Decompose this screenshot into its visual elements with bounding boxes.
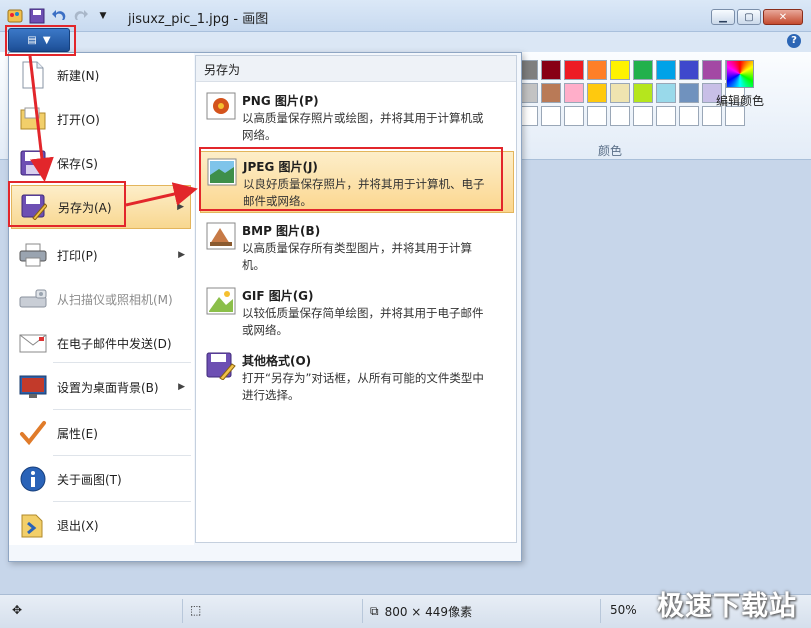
status-divider bbox=[362, 599, 363, 623]
submenu-arrow-icon: ▶ bbox=[177, 202, 184, 212]
submenu-item-gif[interactable]: GIF 图片(G) 以较低质量保存简单绘图，并将其用于电子邮件或网络。 bbox=[200, 281, 514, 343]
color-swatch[interactable] bbox=[656, 83, 676, 103]
edit-colors-label: 编辑颜色 bbox=[715, 94, 764, 108]
menu-item-open[interactable]: 打开(O) bbox=[11, 97, 191, 141]
color-swatch[interactable] bbox=[679, 106, 699, 126]
window-controls: ▁ ▢ ✕ bbox=[711, 9, 803, 25]
app-menu-commands: 新建(N) 打开(O) 保存(S) 另存为(A) ▶ 打印(P) ▶ 从扫描仪或… bbox=[9, 53, 194, 545]
menu-item-set-desktop-background[interactable]: 设置为桌面背景(B) ▶ bbox=[11, 365, 191, 409]
status-divider bbox=[182, 599, 183, 623]
color-swatch[interactable] bbox=[587, 83, 607, 103]
other-formats-icon bbox=[206, 352, 238, 382]
gif-image-icon bbox=[206, 287, 238, 317]
color-swatch[interactable] bbox=[725, 106, 745, 126]
redo-icon[interactable] bbox=[72, 7, 90, 25]
app-menu: 新建(N) 打开(O) 保存(S) 另存为(A) ▶ 打印(P) ▶ 从扫描仪或… bbox=[8, 52, 522, 562]
info-icon bbox=[17, 463, 49, 495]
window-title: jisuxz_pic_1.jpg - 画图 bbox=[128, 12, 269, 27]
title-bar: ▼ jisuxz_pic_1.jpg - 画图 ▁ ▢ ✕ bbox=[0, 0, 811, 32]
new-document-icon bbox=[17, 59, 49, 91]
quick-access-toolbar: ▼ bbox=[6, 7, 112, 25]
cursor-position-icon: ✥ bbox=[12, 603, 23, 617]
color-swatch[interactable] bbox=[610, 60, 630, 80]
submenu-item-bmp[interactable]: BMP 图片(B) 以高质量保存所有类型图片，并将其用于计算机。 bbox=[200, 216, 514, 278]
color-swatch[interactable] bbox=[587, 106, 607, 126]
submenu-item-png[interactable]: PNG 图片(P) 以高质量保存照片或绘图，并将其用于计算机或网络。 bbox=[200, 86, 514, 148]
printer-icon bbox=[17, 239, 49, 271]
close-button[interactable]: ✕ bbox=[763, 9, 803, 25]
help-icon[interactable]: ? bbox=[787, 34, 801, 48]
ribbon-tab-bar bbox=[0, 32, 811, 52]
menu-item-exit[interactable]: 退出(X) bbox=[11, 503, 191, 547]
colors-group-label: 颜色 bbox=[597, 144, 622, 158]
status-divider bbox=[600, 599, 601, 623]
submenu-item-other-formats[interactable]: 其他格式(O) 打开“另存为”对话框，从所有可能的文件类型中进行选择。 bbox=[200, 346, 514, 408]
menu-item-about[interactable]: 关于画图(T) bbox=[11, 457, 191, 501]
checkmark-icon bbox=[17, 417, 49, 449]
color-palette bbox=[518, 60, 745, 126]
customize-toolbar-chevron-icon[interactable]: ▼ bbox=[94, 7, 112, 25]
menu-item-from-scanner[interactable]: 从扫描仪或照相机(M) bbox=[11, 277, 191, 321]
color-swatch[interactable] bbox=[633, 106, 653, 126]
paint-app-icon bbox=[6, 7, 24, 25]
color-swatch[interactable] bbox=[656, 60, 676, 80]
desktop-background-icon bbox=[17, 371, 49, 403]
png-image-icon bbox=[206, 92, 238, 122]
color-swatch[interactable] bbox=[541, 60, 561, 80]
menu-separator bbox=[53, 455, 191, 456]
menu-separator bbox=[53, 409, 191, 410]
menu-item-new[interactable]: 新建(N) bbox=[11, 53, 191, 97]
exit-icon bbox=[17, 509, 49, 541]
color-swatch[interactable] bbox=[610, 106, 630, 126]
save-icon[interactable] bbox=[28, 7, 46, 25]
submenu-title: 另存为 bbox=[196, 56, 516, 82]
color-swatch[interactable] bbox=[564, 60, 584, 80]
minimize-button[interactable]: ▁ bbox=[711, 9, 735, 25]
bmp-image-icon bbox=[206, 222, 238, 252]
annotation-highlight-jpeg bbox=[199, 147, 503, 211]
color-swatch[interactable] bbox=[679, 83, 699, 103]
image-size: ⧉ 800 × 449像素 bbox=[370, 603, 472, 620]
color-swatch[interactable] bbox=[564, 83, 584, 103]
color-swatch[interactable] bbox=[564, 106, 584, 126]
annotation-highlight-save-as bbox=[8, 181, 126, 227]
undo-icon[interactable] bbox=[50, 7, 68, 25]
menu-item-save[interactable]: 保存(S) bbox=[11, 141, 191, 185]
color-swatch[interactable] bbox=[679, 60, 699, 80]
email-icon bbox=[17, 327, 49, 359]
rainbow-palette-icon bbox=[726, 60, 754, 88]
scanner-icon bbox=[17, 283, 49, 315]
color-swatch[interactable] bbox=[633, 60, 653, 80]
menu-item-print[interactable]: 打印(P) ▶ bbox=[11, 233, 191, 277]
maximize-button[interactable]: ▢ bbox=[737, 9, 761, 25]
image-dimensions: 800 × 449像素 bbox=[384, 605, 473, 619]
color-swatch[interactable] bbox=[702, 106, 722, 126]
color-swatch[interactable] bbox=[541, 83, 561, 103]
edit-colors-button[interactable]: 编辑颜色 bbox=[712, 60, 768, 109]
save-as-submenu: 另存为 PNG 图片(P) 以高质量保存照片或绘图，并将其用于计算机或网络。 J… bbox=[195, 55, 517, 543]
submenu-arrow-icon: ▶ bbox=[178, 250, 185, 260]
menu-separator bbox=[53, 501, 191, 502]
zoom-level[interactable]: 50% bbox=[610, 603, 637, 617]
floppy-disk-icon bbox=[17, 147, 49, 179]
color-swatch[interactable] bbox=[587, 60, 607, 80]
selection-size-icon: ⬚ bbox=[190, 603, 202, 617]
image-size-icon: ⧉ bbox=[370, 604, 379, 618]
watermark: 极速下载站 bbox=[657, 591, 797, 622]
submenu-arrow-icon: ▶ bbox=[178, 382, 185, 392]
menu-item-send-email[interactable]: 在电子邮件中发送(D) bbox=[11, 321, 191, 365]
color-swatch[interactable] bbox=[633, 83, 653, 103]
menu-separator bbox=[53, 362, 191, 363]
annotation-highlight-app-button bbox=[5, 25, 76, 56]
color-swatch[interactable] bbox=[541, 106, 561, 126]
open-folder-icon bbox=[17, 103, 49, 135]
color-swatch[interactable] bbox=[656, 106, 676, 126]
color-swatch[interactable] bbox=[610, 83, 630, 103]
menu-item-properties[interactable]: 属性(E) bbox=[11, 411, 191, 455]
